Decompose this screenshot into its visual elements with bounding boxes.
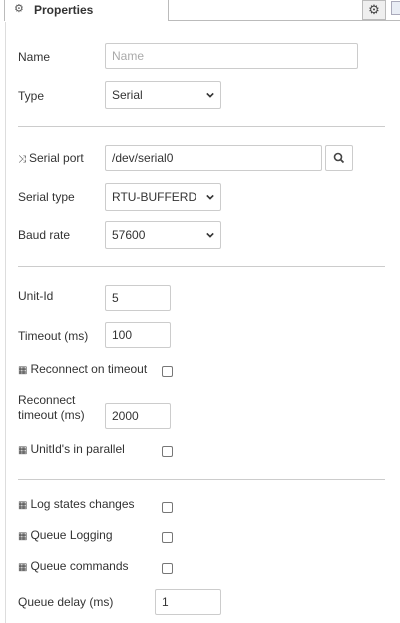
table-icon: ▦ (18, 562, 28, 573)
serial-type-select-value: RTU-BUFFERD (112, 190, 196, 204)
unit-id-label: Unit-Id (18, 289, 54, 303)
type-select-value: Serial (112, 88, 143, 102)
serial-port-label: ⤨ Serial port (18, 151, 84, 165)
serial-port-search-button[interactable] (325, 145, 353, 171)
gear-icon: ⚙ (14, 3, 24, 15)
timeout-label: Timeout (ms) (18, 329, 89, 343)
queue-delay-label: Queue delay (ms) (18, 595, 114, 609)
type-label: Type (18, 89, 45, 103)
table-icon: ▦ (18, 500, 28, 511)
baud-rate-select-value: 57600 (112, 228, 146, 242)
log-states-label: ▦ Log states changes (18, 497, 135, 511)
baud-rate-label: Baud rate (18, 228, 71, 242)
baud-rate-select[interactable]: 57600 (105, 221, 221, 249)
queue-logging-checkbox[interactable] (162, 532, 173, 543)
properties-form: Name Type Serial ⤨Serial port /dev/seria… (5, 22, 400, 623)
reconnect-on-timeout-label: ▦ Reconnect on timeout (18, 362, 148, 376)
name-label: Name (18, 50, 51, 64)
chevron-down-icon (206, 92, 214, 98)
gear-icon: ⚙ (368, 2, 380, 17)
queue-commands-checkbox[interactable] (162, 563, 173, 574)
section-divider (18, 126, 385, 127)
serial-port-input[interactable]: /dev/serial0 (105, 145, 322, 171)
reconnect-timeout-label-line2: timeout (ms) (18, 408, 85, 422)
settings-button[interactable]: ⚙ (362, 0, 386, 20)
table-icon: ▦ (18, 445, 28, 456)
chevron-down-icon (206, 194, 214, 200)
section-divider (18, 479, 385, 480)
timeout-input[interactable]: 100 (105, 322, 171, 348)
random-icon: ⤨ (18, 154, 26, 165)
reconnect-on-timeout-checkbox[interactable] (162, 366, 173, 377)
tab-properties[interactable]: ⚙ Properties (4, 0, 169, 21)
table-icon: ▦ (18, 531, 28, 542)
serial-type-select[interactable]: RTU-BUFFERD (105, 183, 221, 211)
table-icon: ▦ (18, 365, 28, 376)
search-icon (333, 152, 345, 164)
log-states-checkbox[interactable] (162, 502, 173, 513)
reconnect-timeout-label-line1: Reconnect (18, 393, 76, 407)
tab-bar-divider (168, 20, 400, 21)
section-divider (18, 266, 385, 267)
unitids-parallel-checkbox[interactable] (162, 446, 173, 457)
tab-bar: ⚙ Properties ⚙ (0, 0, 400, 22)
queue-delay-input[interactable]: 1 (155, 589, 221, 615)
reconnect-timeout-input[interactable]: 2000 (105, 403, 171, 429)
info-button[interactable] (391, 1, 400, 15)
type-select[interactable]: Serial (105, 81, 221, 109)
chevron-down-icon (206, 232, 214, 238)
queue-commands-label: ▦ Queue commands (18, 559, 129, 573)
serial-type-label: Serial type (18, 190, 75, 204)
tab-properties-label: Properties (34, 3, 94, 17)
unitids-parallel-label: ▦ UnitId's in parallel (18, 442, 125, 456)
name-input[interactable] (105, 43, 358, 69)
unit-id-input[interactable]: 5 (105, 285, 171, 311)
queue-logging-label: ▦ Queue Logging (18, 528, 113, 542)
